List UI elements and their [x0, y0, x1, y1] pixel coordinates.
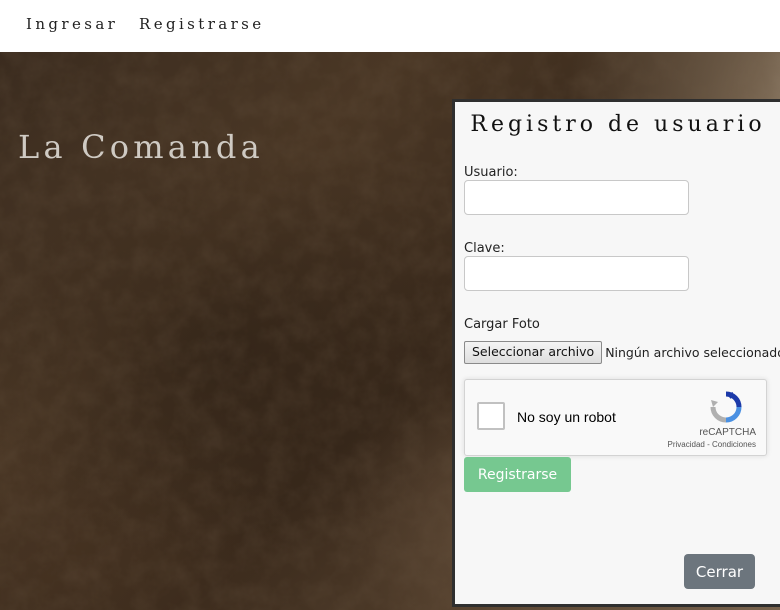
captcha-separator: - — [704, 440, 712, 449]
password-input[interactable] — [464, 256, 689, 291]
file-status: Ningún archivo seleccionado — [605, 345, 780, 360]
top-navbar: Ingresar Registrarse — [0, 0, 780, 52]
captcha-label: No soy un robot — [517, 409, 616, 425]
captcha-brand: reCAPTCHA — [699, 427, 756, 438]
user-label: Usuario: — [464, 165, 518, 180]
close-button[interactable]: Cerrar — [684, 554, 755, 589]
captcha-terms-link[interactable]: Condiciones — [712, 440, 756, 449]
file-upload: Seleccionar archivo Ningún archivo selecc… — [464, 341, 780, 364]
register-panel: Registro de usuario Usuario: Clave: Carg… — [452, 99, 780, 607]
captcha-checkbox[interactable] — [477, 402, 505, 430]
recaptcha-logo-icon — [710, 391, 742, 423]
panel-title: Registro de usuario — [470, 112, 766, 137]
page: Ingresar Registrarse La Comanda Registro… — [0, 0, 780, 610]
captcha-links: Privacidad - Condiciones — [668, 440, 757, 449]
password-label: Clave: — [464, 241, 505, 256]
brand-title: La Comanda — [18, 128, 264, 166]
nav-link-registrarse[interactable]: Registrarse — [139, 15, 265, 33]
nav-link-ingresar[interactable]: Ingresar — [26, 15, 118, 33]
register-submit-button[interactable]: Registrarse — [464, 457, 571, 492]
recaptcha-widget: No soy un robot reCAPTCHA Privacidad - C… — [464, 379, 767, 456]
user-input[interactable] — [464, 180, 689, 215]
choose-file-button[interactable]: Seleccionar archivo — [464, 341, 603, 364]
photo-label: Cargar Foto — [464, 317, 540, 332]
captcha-privacy-link[interactable]: Privacidad — [668, 440, 705, 449]
